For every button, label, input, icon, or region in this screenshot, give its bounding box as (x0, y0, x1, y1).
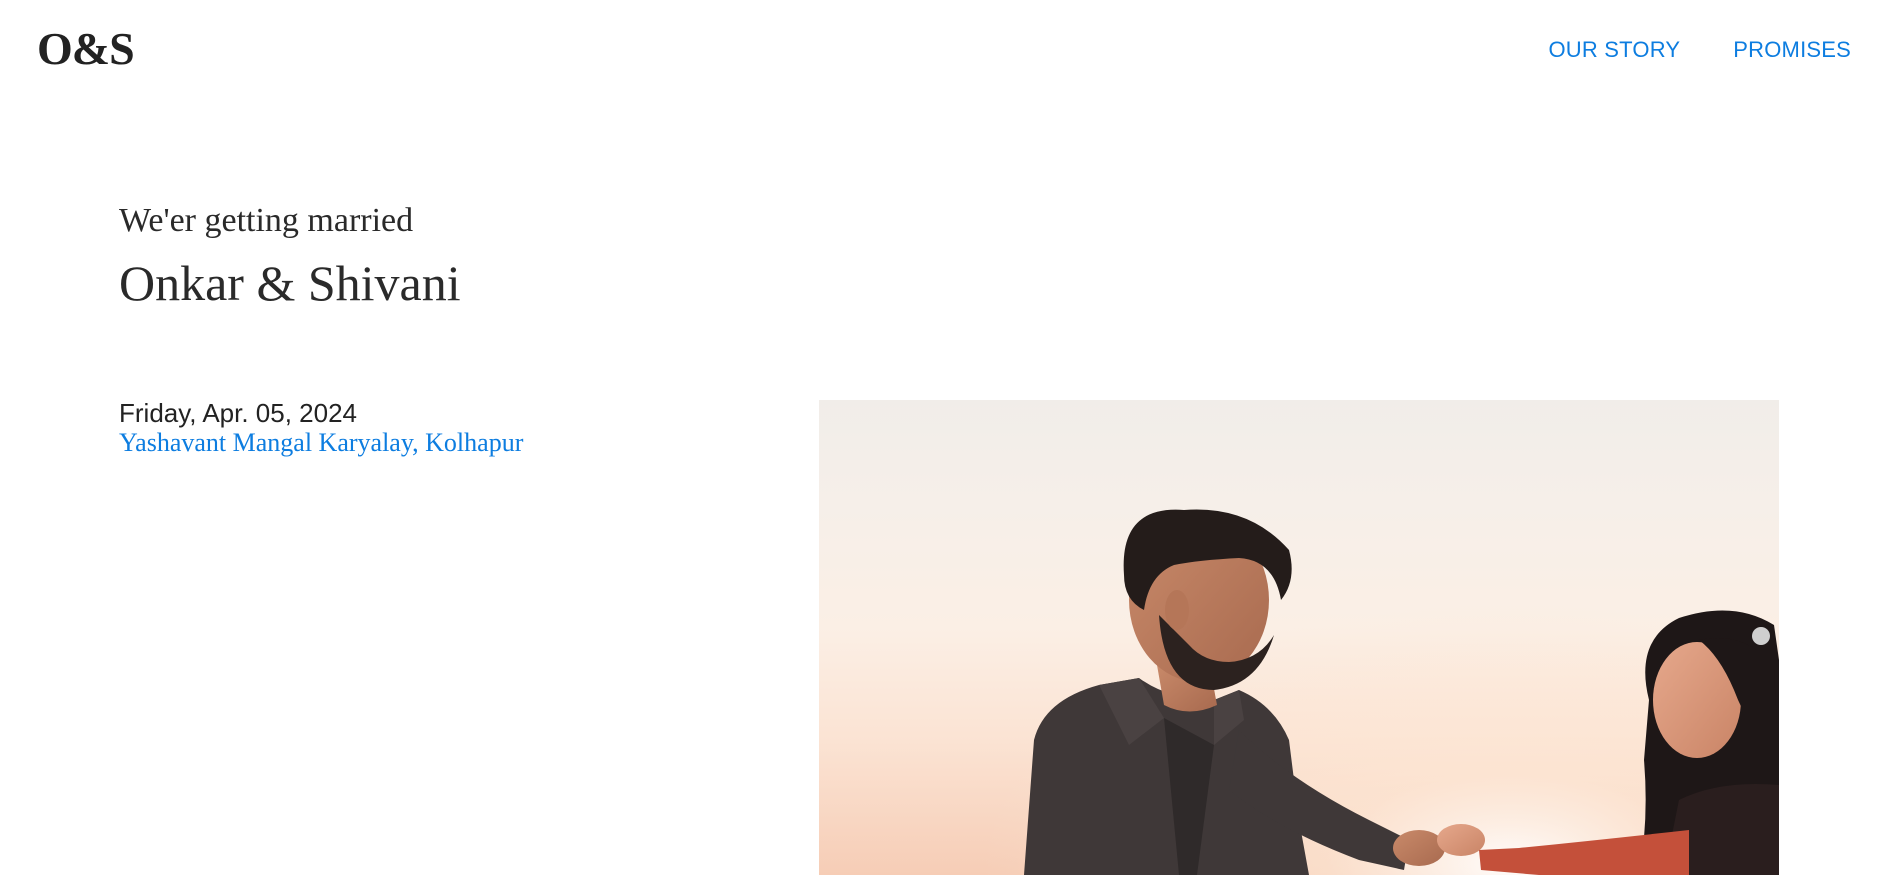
couple-photo (819, 400, 1779, 875)
event-date: Friday, Apr. 05, 2024 (119, 398, 357, 428)
couple-names: Onkar & Shivani (119, 255, 461, 311)
page: O&S OUR STORY PROMISES We'er getting mar… (0, 0, 1894, 875)
site-logo[interactable]: O&S (37, 22, 135, 76)
nav-link-our-story[interactable]: OUR STORY (1548, 36, 1680, 64)
couple-photo-illustration (819, 400, 1779, 875)
event-info: Friday, Apr. 05, 2024 Yashavant Mangal K… (119, 398, 523, 458)
event-venue-link[interactable]: Yashavant Mangal Karyalay, Kolhapur (119, 428, 523, 458)
nav-link-promises[interactable]: PROMISES (1733, 36, 1851, 64)
hero-tagline: We'er getting married (119, 202, 414, 239)
site-header: O&S OUR STORY PROMISES (0, 0, 1894, 100)
main-nav: OUR STORY PROMISES (1548, 36, 1851, 64)
hero-section: We'er getting married Onkar & Shivani (119, 200, 461, 312)
